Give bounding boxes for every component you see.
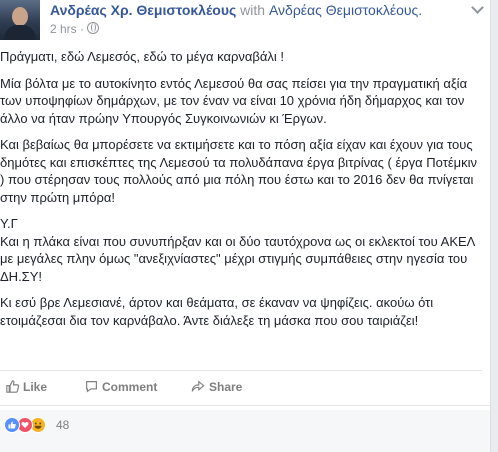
share-icon: [191, 380, 205, 392]
post-paragraph: Πράγματι, εδώ Λεμεσός, εδώ το μέγα καρνα…: [0, 49, 285, 64]
post-paragraph: Μία βόλτα με το αυτοκίνητο εντός Λεμεσού…: [0, 75, 468, 126]
author-name[interactable]: Ανδρέας Χρ. Θεμιστοκλέους: [50, 2, 236, 18]
reactions-divider: [0, 405, 490, 406]
avatar-shoulders: [4, 25, 36, 40]
reaction-count[interactable]: 48: [56, 418, 69, 432]
post-body: Πράγματι, εδώ Λεμεσός, εδώ το μέγα καρνα…: [0, 48, 482, 338]
author-avatar[interactable]: [0, 0, 40, 40]
tagged-name[interactable]: Ανδρέας Θεμιστοκλέους.: [269, 2, 422, 18]
globe-icon[interactable]: [87, 22, 100, 34]
post-paragraph: Υ.Γ Και η πλάκα είναι που συνυπήρξαν και…: [0, 216, 475, 284]
like-button[interactable]: Like: [6, 380, 47, 394]
author-line: Ανδρέας Χρ. Θεμιστοκλέους with Ανδρέας Θ…: [50, 2, 422, 18]
with-text: with: [240, 2, 266, 18]
thumbs-up-icon: [6, 380, 19, 393]
post-paragraph: Και βεβαίως θα μπορέσετε να εκτιμήσετε κ…: [0, 137, 478, 205]
post-paragraph: Κι εσύ βρε Λεμεσιανέ, άρτον και θεάματα,…: [0, 295, 434, 328]
comment-button[interactable]: Comment: [85, 380, 157, 394]
chevron-down-icon[interactable]: [471, 1, 484, 14]
comment-label: Comment: [102, 380, 158, 394]
like-label: Like: [23, 380, 48, 394]
comment-icon: [86, 381, 97, 393]
post-meta: 2 hrs ·: [50, 22, 100, 36]
like-reaction-icon[interactable]: [4, 417, 20, 433]
post-time[interactable]: 2 hrs ·: [50, 22, 84, 36]
post-header: Ανδρέας Χρ. Θεμιστοκλέους with Ανδρέας Θ…: [0, 0, 490, 42]
reactions-bar: 48: [0, 410, 490, 452]
avatar-face: [12, 7, 28, 26]
actions-divider: [0, 370, 482, 371]
share-button[interactable]: Share: [191, 380, 242, 394]
post-card: Ανδρέας Χρ. Θεμιστοκλέους with Ανδρέας Θ…: [0, 0, 491, 452]
share-label: Share: [209, 380, 243, 394]
